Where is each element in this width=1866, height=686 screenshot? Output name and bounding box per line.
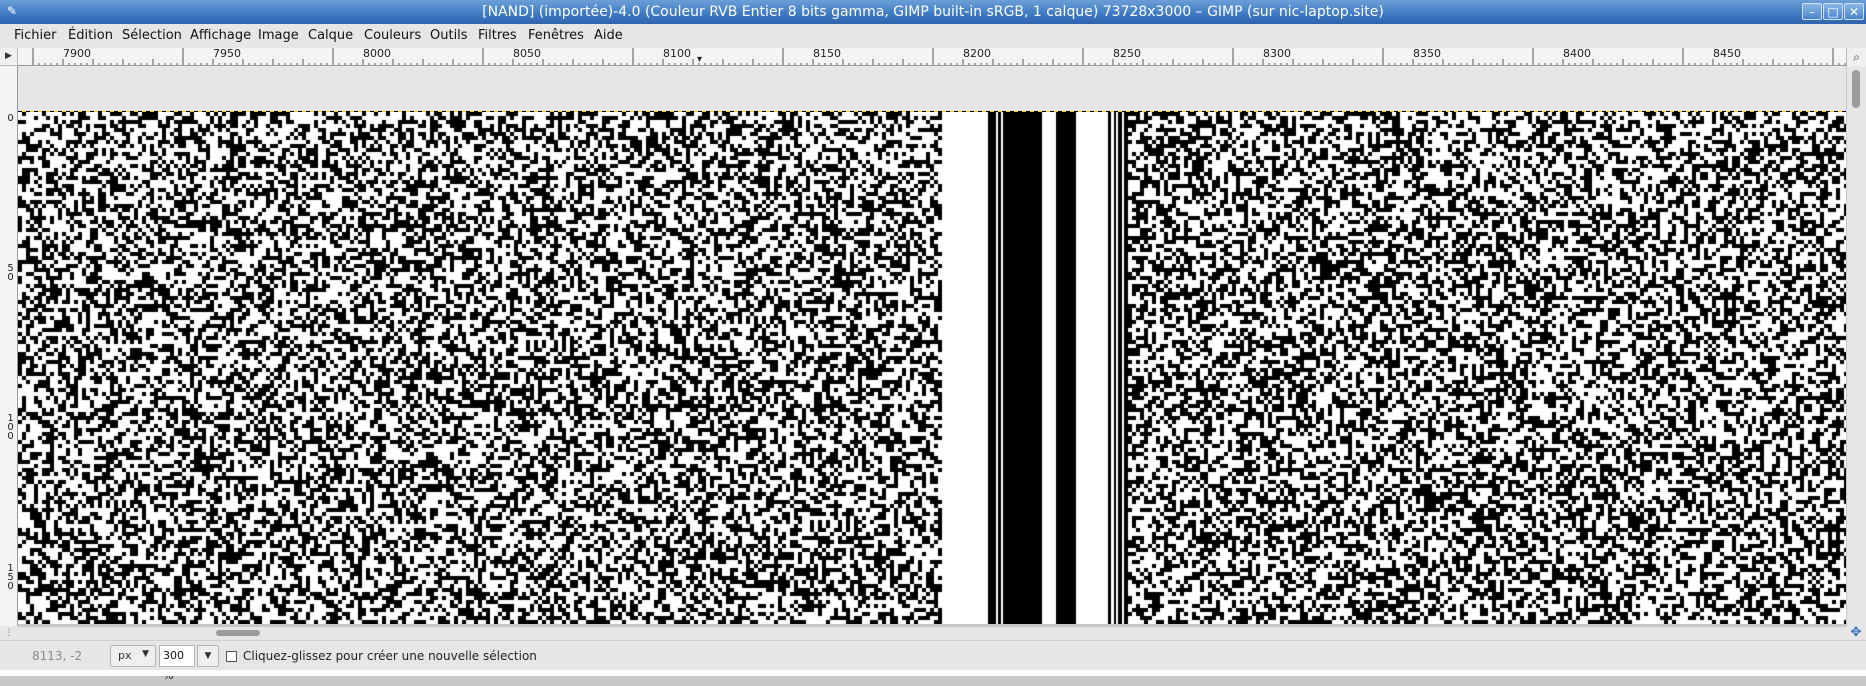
vertical-ruler[interactable]: 0 50 100 150: [0, 66, 18, 626]
ruler-label: 8300: [1263, 48, 1291, 60]
menu-image[interactable]: Image: [258, 24, 299, 48]
menu-couleurs[interactable]: Couleurs: [364, 24, 421, 48]
canvas-padding[interactable]: [18, 66, 1846, 112]
menu-affichage[interactable]: Affichage: [190, 24, 251, 48]
scrollbar-thumb[interactable]: [1852, 70, 1860, 108]
image-canvas[interactable]: [18, 112, 1846, 624]
image-pixels: [18, 112, 1846, 624]
vertical-scrollbar[interactable]: [1846, 66, 1866, 628]
navigate-icon[interactable]: ✥: [1846, 626, 1866, 640]
zoom-dropdown-button[interactable]: ▼: [197, 645, 219, 667]
menu-edition[interactable]: Édition: [68, 24, 113, 48]
menu-calque[interactable]: Calque: [308, 24, 353, 48]
ruler-label: 8150: [813, 48, 841, 60]
quick-mask-icon[interactable]: ▶: [0, 48, 18, 66]
pointer-coordinates: 8113, -2: [32, 649, 83, 663]
unit-select[interactable]: px ▼: [110, 645, 156, 667]
rect-select-icon: [226, 651, 237, 662]
ruler-label: 8200: [963, 48, 991, 60]
unit-value: px: [118, 649, 132, 662]
ruler-label: 8100: [663, 48, 691, 60]
status-message: Cliquez-glissez pour créer une nouvelle …: [243, 649, 537, 663]
horizontal-scrollbar[interactable]: [18, 626, 1846, 640]
window-title-bar[interactable]: ✎ [NAND] (importée)-4.0 (Couleur RVB Ent…: [0, 0, 1866, 24]
menu-outils[interactable]: Outils: [430, 24, 468, 48]
ruler-label: 7950: [213, 48, 241, 60]
horizontal-ruler[interactable]: 7900 7950 8000 8050 8100 8150 8200 8250 …: [18, 48, 1846, 66]
menu-fenetres[interactable]: Fenêtres: [528, 24, 584, 48]
status-bar: 8113, -2 px ▼ 300 % ▼ Cliquez-glissez po…: [0, 640, 1866, 682]
ruler-label: 50: [7, 263, 14, 283]
zoom-icon[interactable]: ⌕: [1846, 48, 1866, 66]
ruler-label: 0: [7, 113, 14, 124]
chevron-down-icon: ▼: [142, 649, 149, 659]
ruler-label: 8000: [363, 48, 391, 60]
nav-corner: ⋮: [0, 626, 18, 640]
ruler-label: 8400: [1563, 48, 1591, 60]
pointer-marker-icon: ▾: [697, 54, 703, 65]
zoom-input[interactable]: 300 %: [159, 645, 195, 682]
menu-selection[interactable]: Sélection: [122, 24, 182, 48]
menu-fichier[interactable]: Fichier: [14, 24, 57, 48]
ruler-label: 100: [7, 413, 14, 442]
close-button[interactable]: ✕: [1844, 3, 1864, 20]
desktop-background: [0, 670, 1866, 676]
menu-aide[interactable]: Aide: [594, 24, 623, 48]
ruler-label: 8050: [513, 48, 541, 60]
window-title: [NAND] (importée)-4.0 (Couleur RVB Entie…: [482, 4, 1384, 20]
menu-bar: Fichier Édition Sélection Affichage Imag…: [0, 24, 1866, 49]
ruler-label: 8350: [1413, 48, 1441, 60]
gimp-app-icon[interactable]: ✎: [4, 3, 20, 19]
minimize-button[interactable]: –: [1802, 3, 1822, 20]
ruler-label: 8450: [1713, 48, 1741, 60]
menu-filtres[interactable]: Filtres: [478, 24, 517, 48]
ruler-label: 150: [7, 563, 14, 592]
ruler-label: 7900: [63, 48, 91, 60]
maximize-button[interactable]: □: [1823, 3, 1843, 20]
ruler-label: 8250: [1113, 48, 1141, 60]
scrollbar-thumb[interactable]: [216, 630, 260, 636]
